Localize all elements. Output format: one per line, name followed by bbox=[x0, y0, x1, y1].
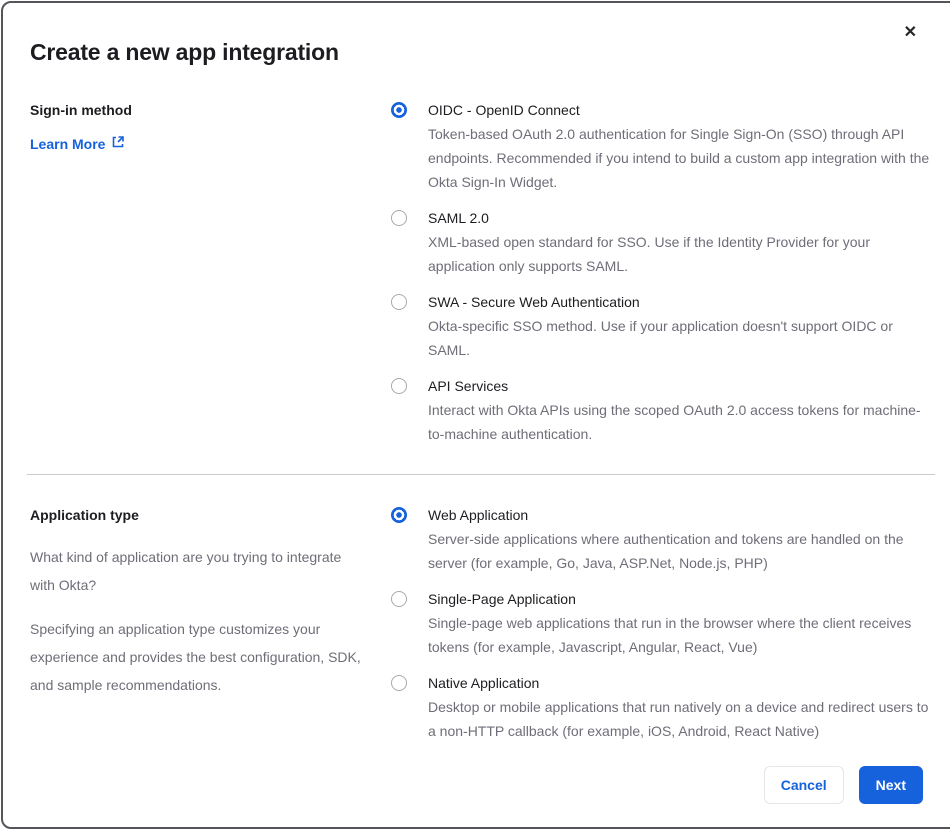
application-type-section: Application type What kind of applicatio… bbox=[30, 503, 935, 743]
radio-description: XML-based open standard for SSO. Use if … bbox=[428, 234, 870, 274]
radio-option-single-page-application[interactable]: Single-Page Application Single-page web … bbox=[391, 587, 935, 659]
application-type-left-column: Application type What kind of applicatio… bbox=[30, 503, 366, 743]
radio-description: Okta-specific SSO method. Use if your ap… bbox=[428, 318, 893, 358]
dialog-title: Create a new app integration bbox=[30, 39, 339, 65]
radio-option-oidc[interactable]: OIDC - OpenID Connect Token-based OAuth … bbox=[391, 98, 935, 194]
radio-option-swa[interactable]: SWA - Secure Web Authentication Okta-spe… bbox=[391, 290, 935, 362]
radio-option-web-application[interactable]: Web Application Server-side applications… bbox=[391, 503, 935, 575]
sign-in-method-options: OIDC - OpenID Connect Token-based OAuth … bbox=[391, 98, 935, 446]
radio-label[interactable]: OIDC - OpenID Connect bbox=[428, 98, 933, 122]
radio-icon[interactable] bbox=[391, 102, 407, 118]
radio-label[interactable]: Native Application bbox=[428, 671, 933, 695]
radio-icon[interactable] bbox=[391, 210, 407, 226]
radio-icon[interactable] bbox=[391, 591, 407, 607]
application-type-options: Web Application Server-side applications… bbox=[391, 503, 935, 743]
radio-option-saml[interactable]: SAML 2.0 XML-based open standard for SSO… bbox=[391, 206, 935, 278]
external-link-icon bbox=[111, 132, 125, 156]
cancel-button[interactable]: Cancel bbox=[763, 766, 844, 804]
application-type-label: Application type bbox=[30, 507, 139, 523]
radio-icon[interactable] bbox=[391, 675, 407, 691]
sign-in-method-section: Sign-in method Learn More OIDC - OpenID … bbox=[30, 98, 935, 446]
radio-description: Desktop or mobile applications that run … bbox=[428, 699, 929, 739]
radio-label[interactable]: SWA - Secure Web Authentication bbox=[428, 290, 933, 314]
radio-label[interactable]: Web Application bbox=[428, 503, 933, 527]
application-type-question: What kind of application are you trying … bbox=[30, 549, 342, 593]
next-button[interactable]: Next bbox=[858, 766, 923, 804]
radio-label[interactable]: Single-Page Application bbox=[428, 587, 933, 611]
learn-more-label: Learn More bbox=[30, 136, 106, 152]
radio-label[interactable]: API Services bbox=[428, 374, 933, 398]
learn-more-link[interactable]: Learn More bbox=[30, 132, 125, 156]
radio-icon[interactable] bbox=[391, 378, 407, 394]
radio-description: Token-based OAuth 2.0 authentication for… bbox=[428, 126, 930, 190]
radio-icon[interactable] bbox=[391, 294, 407, 310]
radio-description: Server-side applications where authentic… bbox=[428, 531, 904, 571]
radio-icon[interactable] bbox=[391, 507, 407, 523]
sign-in-method-left-column: Sign-in method Learn More bbox=[30, 98, 366, 446]
radio-label[interactable]: SAML 2.0 bbox=[428, 206, 933, 230]
dialog-footer: Cancel Next bbox=[763, 766, 923, 804]
application-type-note: Specifying an application type customize… bbox=[30, 621, 361, 693]
close-icon[interactable]: ✕ bbox=[900, 21, 921, 45]
section-divider bbox=[27, 474, 935, 475]
radio-description: Single-page web applications that run in… bbox=[428, 615, 912, 655]
radio-description: Interact with Okta APIs using the scoped… bbox=[428, 402, 921, 442]
radio-option-native-application[interactable]: Native Application Desktop or mobile app… bbox=[391, 671, 935, 743]
sign-in-method-label: Sign-in method bbox=[30, 102, 132, 118]
radio-option-api-services[interactable]: API Services Interact with Okta APIs usi… bbox=[391, 374, 935, 446]
create-app-integration-dialog: ✕ Create a new app integration Sign-in m… bbox=[1, 1, 950, 829]
